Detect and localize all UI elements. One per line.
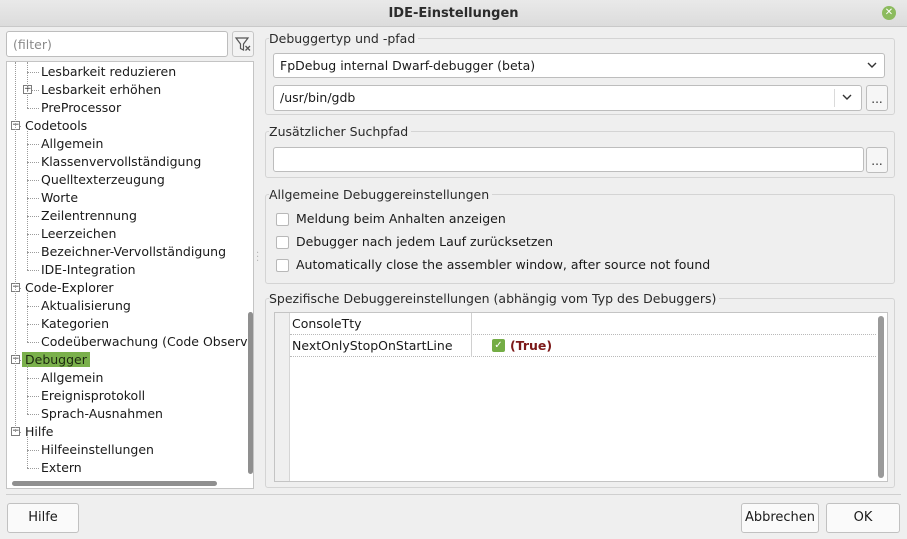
tree-item[interactable]: Codetools <box>25 117 87 135</box>
title-bar: IDE-Einstellungen ✕ <box>0 0 907 27</box>
checkbox[interactable] <box>276 213 289 226</box>
property-value[interactable]: (True) <box>510 338 552 353</box>
cancel-button[interactable]: Abbrechen <box>741 503 819 533</box>
ok-button[interactable]: OK <box>826 503 900 533</box>
general-settings-title: Allgemeine Debuggereinstellungen <box>269 187 493 202</box>
extra-path-title: Zusätzlicher Suchpfad <box>269 124 412 139</box>
checkmark-icon[interactable]: ✓ <box>492 339 505 352</box>
tree-item[interactable]: Hilfe <box>25 423 53 441</box>
tree-item-label: Hilfeeinstellungen <box>41 442 154 457</box>
tree-item[interactable]: Leerzeichen <box>41 225 116 243</box>
browse-extra-path-button[interactable]: ... <box>866 147 888 173</box>
tree-item[interactable]: Klassenvervollständigung <box>41 153 201 171</box>
tree-item-label: Aktualisierung <box>41 298 131 313</box>
tree-item-label: Code-Explorer <box>25 280 114 295</box>
tree-item-label: Bezeichner-Vervollständigung <box>41 244 227 259</box>
options-tree[interactable]: Lesbarkeit reduzieren Lesbarkeit erhöhen +… <box>6 61 254 489</box>
tree-item[interactable]: Bezeichner-Vervollständigung <box>41 243 226 261</box>
tree-item[interactable]: Zeilentrennung <box>41 207 137 225</box>
property-name: NextOnlyStopOnStartLine <box>292 338 453 353</box>
tree-item-label: PreProcessor <box>41 100 122 115</box>
tree-item[interactable]: Aktualisierung <box>41 297 131 315</box>
property-name: ConsoleTty <box>292 316 362 331</box>
property-row-consoletty[interactable]: ConsoleTty <box>290 313 876 335</box>
tree-item[interactable]: Quelltexterzeugung <box>41 171 165 189</box>
debugger-type-select[interactable]: FpDebug internal Dwarf-debugger (beta) <box>273 53 885 78</box>
tree-item[interactable]: Code-Explorer <box>25 279 114 297</box>
tree-item-label: Kategorien <box>41 316 110 331</box>
tree-item[interactable]: Allgemein <box>41 135 103 153</box>
tree-item[interactable]: Extern <box>41 459 82 477</box>
tree-item[interactable]: Lesbarkeit reduzieren <box>41 63 176 81</box>
window-title: IDE-Einstellungen <box>388 6 519 21</box>
tree-item[interactable]: Allgemein <box>41 369 103 387</box>
property-grid[interactable]: ConsoleTty NextOnlyStopOnStartLine ✓ (Tr… <box>274 312 888 482</box>
tree-item[interactable]: Debugger <box>22 351 90 369</box>
tree-item-label: Leerzeichen <box>41 226 117 241</box>
filter-input[interactable] <box>6 31 228 57</box>
grid-vertical-scrollbar[interactable] <box>878 316 884 478</box>
checkbox[interactable] <box>276 259 289 272</box>
browse-debugger-path-button[interactable]: ... <box>866 85 888 111</box>
footer-divider <box>6 494 901 495</box>
debugger-path-select[interactable]: /usr/bin/gdb <box>273 85 862 111</box>
extra-search-path-input[interactable] <box>273 147 864 172</box>
tree-item[interactable]: Sprach-Ausnahmen <box>41 405 163 423</box>
tree-item-label: Zeilentrennung <box>41 208 137 223</box>
tree-item-label: Quelltexterzeugung <box>41 172 165 187</box>
tree-item[interactable]: PreProcessor <box>41 99 121 117</box>
tree-item[interactable]: Hilfeeinstellungen <box>41 441 154 459</box>
tree-item-label: Sprach-Ausnahmen <box>41 406 163 421</box>
tree-item-label: Allgemein <box>41 136 104 151</box>
specific-settings-title: Spezifische Debuggereinstellungen (abhän… <box>269 291 720 306</box>
tree-item[interactable]: Ereignisprotokoll <box>41 387 145 405</box>
tree-item-label: Debugger <box>22 352 90 367</box>
checkbox[interactable] <box>276 236 289 249</box>
tree-item-label: IDE-Integration <box>41 262 136 277</box>
tree-item[interactable]: Codeüberwachung (Code Observer) <box>41 333 254 351</box>
tree-item-label: Lesbarkeit erhöhen <box>41 82 162 97</box>
tree-item-label: Klassenvervollständigung <box>41 154 202 169</box>
debugger-type-title: Debuggertyp und -pfad <box>269 31 419 46</box>
chevron-down-icon <box>842 94 852 100</box>
panel-splitter[interactable]: · · · <box>256 249 260 267</box>
help-button[interactable]: Hilfe <box>7 503 79 533</box>
tree-item[interactable]: Worte <box>41 189 78 207</box>
tree-item-label: Hilfe <box>25 424 54 439</box>
tree-item[interactable]: Lesbarkeit erhöhen <box>41 81 161 99</box>
tree-item-label: Worte <box>41 190 79 205</box>
tree-item-label: Codetools <box>25 118 88 133</box>
tree-item-label: Allgemein <box>41 370 104 385</box>
chevron-down-icon <box>867 62 877 68</box>
tree-item-label: Lesbarkeit reduzieren <box>41 64 177 79</box>
property-row-nextonlystop[interactable]: NextOnlyStopOnStartLine ✓ (True) <box>290 335 876 357</box>
tree-item-label: Codeüberwachung (Code Observer) <box>41 334 254 349</box>
tree-vertical-scrollbar[interactable] <box>247 62 253 480</box>
tree-horizontal-scrollbar[interactable] <box>11 480 243 487</box>
tree-item-label: Extern <box>41 460 82 475</box>
tree-item[interactable]: Kategorien <box>41 315 109 333</box>
tree-item[interactable]: IDE-Integration <box>41 261 136 279</box>
debugger-type-value: FpDebug internal Dwarf-debugger (beta) <box>280 58 536 73</box>
tree-item-label: Ereignisprotokoll <box>41 388 146 403</box>
debugger-path-value: /usr/bin/gdb <box>280 90 356 105</box>
close-icon[interactable]: ✕ <box>882 6 896 20</box>
filter-clear-icon <box>234 37 251 51</box>
clear-filter-button[interactable] <box>232 31 254 57</box>
